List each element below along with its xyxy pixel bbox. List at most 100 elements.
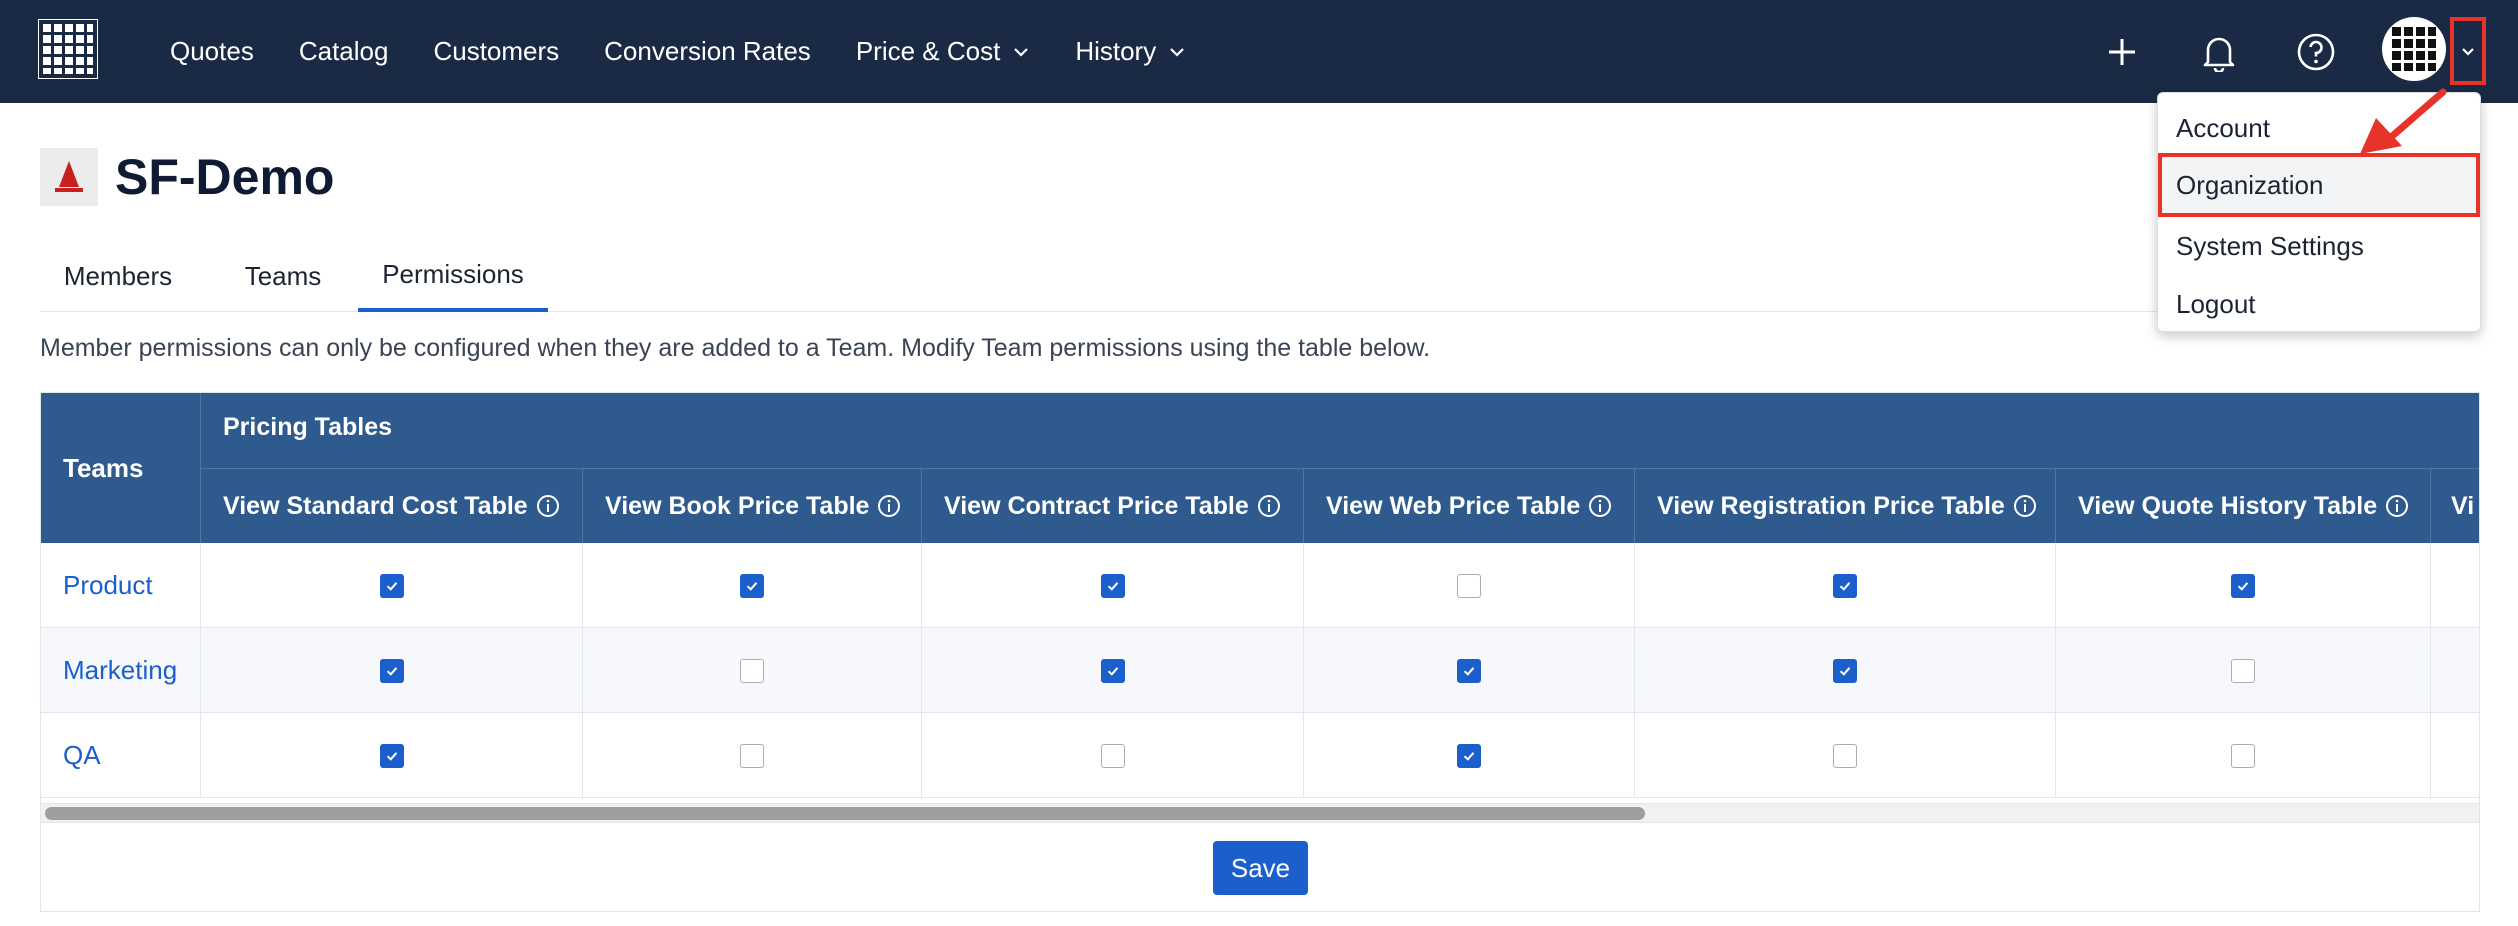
permission-checkbox-checked[interactable]: [379, 658, 404, 683]
column-header: View Standard Cost Table: [201, 469, 583, 543]
info-icon[interactable]: [2013, 494, 2037, 518]
permissions-table: Teams Pricing Tables View Standard Cost …: [40, 392, 2480, 912]
permission-checkbox-checked[interactable]: [1457, 743, 1481, 768]
permission-checkbox-unchecked[interactable]: [2231, 658, 2255, 683]
bell-icon[interactable]: [2191, 24, 2247, 80]
permission-cell: [583, 628, 922, 713]
permission-cell: [201, 543, 583, 628]
permission-cell: [1635, 543, 2056, 628]
permission-checkbox-checked[interactable]: [1100, 658, 1125, 683]
menu-item-account[interactable]: Account: [2158, 99, 2480, 157]
permission-checkbox-unchecked[interactable]: [1100, 743, 1125, 768]
column-header: View Book Price Table: [583, 469, 922, 543]
tab-teams[interactable]: Teams: [210, 240, 356, 312]
permission-checkbox-checked[interactable]: [2231, 573, 2255, 598]
app-logo-icon[interactable]: [37, 18, 99, 80]
table-row: Marketing: [41, 628, 2479, 713]
permission-cell: [1304, 713, 1635, 798]
column-header-label: View Registration Price Table: [1657, 491, 2005, 520]
menu-item-organization[interactable]: Organization: [2158, 153, 2480, 217]
team-link[interactable]: Marketing: [41, 628, 201, 713]
permission-cell: [2431, 628, 2479, 713]
column-header-label: View Web Price Table: [1326, 491, 1581, 520]
horizontal-scrollbar[interactable]: [41, 803, 2479, 823]
permission-cell: [201, 628, 583, 713]
column-header-label: View Standard Cost Table: [223, 491, 528, 520]
help-icon[interactable]: [2288, 24, 2344, 80]
info-icon[interactable]: [536, 494, 560, 518]
column-header-truncated: Vi: [2431, 469, 2479, 543]
chevron-down-icon: [2462, 48, 2474, 56]
nav-quotes[interactable]: Quotes: [170, 36, 254, 67]
nav-price-cost[interactable]: Price & Cost: [856, 36, 1031, 67]
org-tabs: Members Teams Permissions: [40, 240, 2480, 312]
nav-price-cost-label: Price & Cost: [855, 36, 1001, 66]
permission-checkbox-checked[interactable]: [1457, 658, 1481, 683]
nav-catalog-label: Catalog: [298, 36, 389, 66]
permission-checkbox-checked[interactable]: [1100, 573, 1125, 598]
info-icon[interactable]: [2385, 494, 2409, 518]
permission-checkbox-unchecked[interactable]: [2231, 743, 2255, 768]
plus-icon[interactable]: [2094, 24, 2150, 80]
permission-checkbox-unchecked[interactable]: [740, 658, 764, 683]
column-header-label: View Contract Price Table: [944, 491, 1249, 520]
teams-column-header: Teams: [41, 393, 201, 543]
save-button[interactable]: Save: [1213, 841, 1308, 895]
menu-item-logout[interactable]: Logout: [2158, 275, 2480, 333]
column-header: View Web Price Table: [1304, 469, 1635, 543]
nav-conversion-rates-label: Conversion Rates: [604, 36, 811, 66]
nav-customers-label: Customers: [433, 36, 560, 66]
main-nav: Quotes Catalog Customers Conversion Rate…: [170, 0, 1231, 103]
permission-cell: [1304, 543, 1635, 628]
nav-history-label: History: [1075, 36, 1157, 66]
team-link[interactable]: Product: [41, 543, 201, 628]
permission-cell: [922, 543, 1304, 628]
permission-checkbox-checked[interactable]: [1833, 573, 1857, 598]
permission-cell: [2056, 713, 2431, 798]
permission-checkbox-unchecked[interactable]: [1833, 743, 1857, 768]
nav-conversion-rates[interactable]: Conversion Rates: [604, 36, 811, 67]
permission-cell: [583, 713, 922, 798]
column-header: View Quote History Table: [2056, 469, 2431, 543]
team-link[interactable]: QA: [41, 713, 201, 798]
permission-cell: [2056, 628, 2431, 713]
nav-history[interactable]: History: [1075, 36, 1186, 67]
permission-checkbox-checked[interactable]: [740, 573, 764, 598]
permission-cell: [1635, 628, 2056, 713]
menu-item-system-settings[interactable]: System Settings: [2158, 217, 2480, 275]
info-icon[interactable]: [1588, 494, 1612, 518]
column-header: View Registration Price Table: [1635, 469, 2056, 543]
info-icon[interactable]: [1257, 494, 1281, 518]
chevron-down-icon: [1170, 47, 1184, 57]
user-dropdown-menu: Account Organization System Settings Log…: [2157, 92, 2481, 332]
permission-checkbox-unchecked[interactable]: [740, 743, 764, 768]
permission-cell: [922, 628, 1304, 713]
nav-quotes-label: Quotes: [170, 36, 254, 66]
permission-checkbox-unchecked[interactable]: [1457, 573, 1481, 598]
table-row: QA: [41, 713, 2479, 798]
permission-checkbox-checked[interactable]: [1833, 658, 1857, 683]
scrollbar-thumb[interactable]: [45, 807, 1645, 820]
column-header-label: View Book Price Table: [605, 491, 870, 520]
table-row: Product: [41, 543, 2479, 628]
user-menu-toggle[interactable]: [2450, 17, 2486, 85]
permission-cell: [201, 713, 583, 798]
permission-cell: [583, 543, 922, 628]
permission-cell: [2431, 713, 2479, 798]
permission-checkbox-checked[interactable]: [379, 743, 404, 768]
nav-customers[interactable]: Customers: [433, 36, 559, 67]
chevron-down-icon: [1014, 47, 1029, 57]
tab-members[interactable]: Members: [40, 240, 196, 312]
pricing-tables-group-header: Pricing Tables: [223, 413, 393, 441]
org-logo-icon: [40, 148, 98, 206]
info-icon[interactable]: [877, 494, 901, 518]
avatar[interactable]: [2382, 17, 2446, 81]
page-title: SF-Demo: [115, 149, 335, 205]
permission-checkbox-checked[interactable]: [379, 573, 404, 598]
table-header: Teams Pricing Tables View Standard Cost …: [41, 393, 2479, 543]
top-navbar: Quotes Catalog Customers Conversion Rate…: [0, 0, 2518, 103]
permission-cell: [1304, 628, 1635, 713]
nav-catalog[interactable]: Catalog: [299, 36, 389, 67]
permission-cell: [2431, 543, 2479, 628]
tab-permissions[interactable]: Permissions: [358, 240, 548, 312]
